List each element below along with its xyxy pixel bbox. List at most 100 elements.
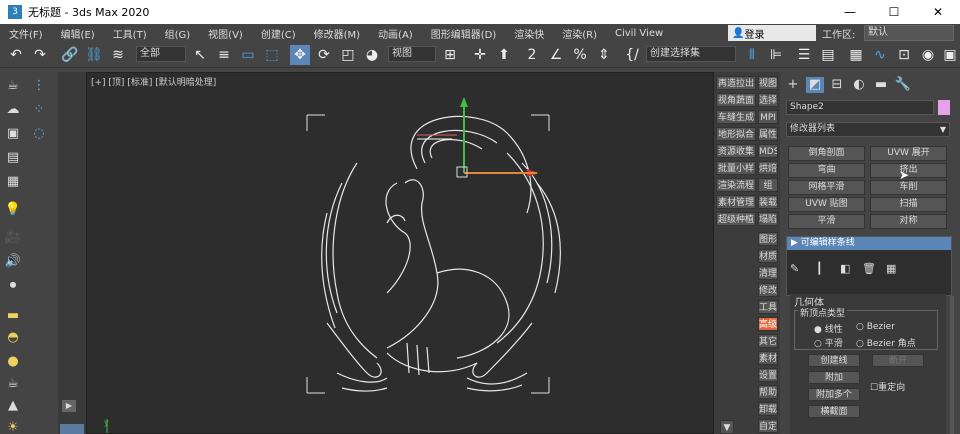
named-selection-select[interactable]: 创建选择集 bbox=[646, 46, 736, 62]
play-icon[interactable]: ▶ bbox=[62, 400, 76, 412]
plugin-button[interactable]: 再造拉出 bbox=[716, 76, 756, 90]
window-crossing-icon[interactable]: ⬚ bbox=[262, 45, 282, 65]
category-button[interactable]: 图形 bbox=[758, 232, 778, 246]
category-button[interactable]: 工具 bbox=[758, 300, 778, 314]
category-button[interactable]: 修改 bbox=[758, 283, 778, 297]
schematic-view-icon[interactable]: ⊡ bbox=[894, 45, 914, 65]
select-scale-icon[interactable]: ◰ bbox=[338, 45, 358, 65]
rect-selection-icon[interactable]: ▭ bbox=[238, 45, 258, 65]
render-setup-icon[interactable]: ▣ bbox=[940, 45, 960, 65]
camera-icon[interactable]: 🎥 bbox=[2, 228, 24, 248]
radio-linear[interactable]: ● 线性 bbox=[814, 322, 843, 335]
category-button[interactable]: 装载 bbox=[758, 195, 778, 209]
modifier-button-bevel-profile[interactable]: 倒角剖面 bbox=[788, 146, 865, 161]
category-button[interactable]: 选择 bbox=[758, 93, 778, 107]
sun-icon[interactable]: ☀ bbox=[2, 418, 24, 434]
cross-section-button[interactable]: 横截面 bbox=[808, 405, 860, 418]
workspace-select[interactable]: 默认 bbox=[864, 25, 954, 41]
create-line-button[interactable]: 创建线 bbox=[808, 354, 860, 367]
keyboard-shortcut-icon[interactable]: ⬆ bbox=[494, 45, 514, 65]
modifier-button-meshsmooth[interactable]: 网格平滑 bbox=[788, 180, 865, 195]
layer-explorer-icon[interactable]: ▤ bbox=[818, 45, 838, 65]
stack-item-editable-spline[interactable]: ▶ 可编辑样条线 bbox=[787, 237, 951, 250]
create-tab-icon[interactable]: + bbox=[784, 77, 802, 93]
graphite-icon[interactable]: ▦ bbox=[846, 45, 866, 65]
attach-multiple-button[interactable]: 附加多个 bbox=[808, 388, 860, 401]
select-by-name-icon[interactable]: ≡ bbox=[214, 45, 234, 65]
plugin-button[interactable]: 批量小样 bbox=[716, 161, 756, 175]
edit-named-sel-icon[interactable]: {/ bbox=[622, 45, 642, 65]
pin-stack-icon[interactable]: ✎ bbox=[790, 262, 799, 275]
plugin-button[interactable]: 视角蔬面 bbox=[716, 93, 756, 107]
unlink-icon[interactable]: ⛓ bbox=[84, 45, 104, 65]
link-icon[interactable]: 🔗 bbox=[60, 45, 80, 65]
radio-bezier[interactable]: ○ Bezier bbox=[856, 322, 895, 332]
material-editor-icon[interactable]: ◉ bbox=[918, 45, 938, 65]
motion-tab-icon[interactable]: ◐ bbox=[850, 77, 868, 93]
category-button[interactable]: 属性 bbox=[758, 127, 778, 141]
placement-icon[interactable]: ◕ bbox=[362, 45, 382, 65]
modifier-button-lathe[interactable]: 车削 bbox=[870, 180, 947, 195]
dome-icon[interactable]: ◓ bbox=[2, 328, 24, 348]
object-name-input[interactable]: Shape2 bbox=[786, 100, 934, 115]
show-end-result-icon[interactable]: ┃ bbox=[816, 262, 823, 275]
modifier-button-symmetry[interactable]: 对称 bbox=[870, 214, 947, 229]
teapot-icon[interactable]: ☕ bbox=[2, 76, 24, 96]
sphere-icon[interactable]: ● bbox=[2, 352, 24, 372]
close-button[interactable]: ✕ bbox=[916, 0, 960, 24]
configure-sets-icon[interactable]: ▦ bbox=[886, 262, 896, 275]
radio-bezier-corner[interactable]: ○ Bezier 角点 bbox=[856, 336, 916, 349]
bind-spacewarp-icon[interactable]: ≋ bbox=[108, 45, 128, 65]
make-unique-icon[interactable]: ◧ bbox=[840, 262, 850, 275]
plugin-button[interactable]: 资源收集 bbox=[716, 144, 756, 158]
plugin-button[interactable]: 车缝生成 bbox=[716, 110, 756, 124]
category-button[interactable]: 帮助 bbox=[758, 385, 778, 399]
menu-views[interactable]: 视图(V) bbox=[199, 26, 252, 41]
menu-file[interactable]: 文件(F) bbox=[0, 26, 52, 41]
list-icon[interactable]: ▤ bbox=[2, 148, 24, 168]
snaps-toggle-icon[interactable]: 2 bbox=[522, 45, 542, 65]
menu-group[interactable]: 组(G) bbox=[156, 26, 200, 41]
mirror-icon[interactable]: ⫴ bbox=[742, 45, 762, 65]
maximize-button[interactable]: ☐ bbox=[872, 0, 916, 24]
menu-rendering[interactable]: 渲染(R) bbox=[553, 26, 606, 41]
hierarchy-tab-icon[interactable]: ⊟ bbox=[828, 77, 846, 93]
modifier-button-smooth[interactable]: 平滑 bbox=[788, 214, 865, 229]
category-button[interactable]: 塌陷 bbox=[758, 212, 778, 226]
menu-edit[interactable]: 编辑(E) bbox=[52, 26, 104, 41]
display-tab-icon[interactable]: ▬ bbox=[872, 77, 890, 93]
menu-graph-editors[interactable]: 图形编辑器(D) bbox=[422, 26, 506, 41]
category-button[interactable]: MPI bbox=[758, 110, 778, 124]
align-icon[interactable]: ⊫ bbox=[766, 45, 786, 65]
scene-explorer-icon[interactable]: ☰ bbox=[794, 45, 814, 65]
reorient-checkbox[interactable]: ☐重定向 bbox=[870, 380, 905, 393]
category-button[interactable]: 素材 bbox=[758, 351, 778, 365]
menu-modifiers[interactable]: 修改器(M) bbox=[305, 26, 369, 41]
category-button[interactable]: 视图 bbox=[758, 76, 778, 90]
menu-animation[interactable]: 动画(A) bbox=[369, 26, 422, 41]
menu-render-quick[interactable]: 渲染快 bbox=[505, 26, 553, 41]
viewport-tab[interactable] bbox=[60, 424, 84, 434]
selection-filter-select[interactable]: 全部 bbox=[136, 46, 186, 62]
modifier-button-bend[interactable]: 弯曲 bbox=[788, 163, 865, 178]
command-panel-scrollbar[interactable] bbox=[950, 296, 954, 434]
menu-civil-view[interactable]: Civil View bbox=[606, 28, 672, 39]
ref-coord-select[interactable]: 视图 bbox=[388, 46, 436, 62]
category-button[interactable]: 组 bbox=[758, 178, 778, 192]
plugin-button[interactable]: 素材管理 bbox=[716, 195, 756, 209]
dots-icon[interactable]: ⁘ bbox=[28, 100, 50, 120]
login-button[interactable]: 👤 登录 bbox=[728, 25, 816, 41]
object-color-swatch[interactable] bbox=[938, 100, 950, 115]
sound-icon[interactable]: 🔊 bbox=[2, 252, 24, 272]
category-button[interactable]: MDS bbox=[758, 144, 778, 158]
category-button[interactable]: 设置 bbox=[758, 368, 778, 382]
plugin-button[interactable]: 渲染流程 bbox=[716, 178, 756, 192]
menu-create[interactable]: 创建(C) bbox=[252, 26, 305, 41]
select-object-icon[interactable]: ↖ bbox=[190, 45, 210, 65]
category-button[interactable]: 烘焙 bbox=[758, 161, 778, 175]
plugin-button[interactable]: 地形拟合 bbox=[716, 127, 756, 141]
curve-editor-icon[interactable]: ∿ bbox=[870, 45, 890, 65]
pivot-center-icon[interactable]: ⊞ bbox=[440, 45, 460, 65]
category-button[interactable]: 自定 bbox=[758, 419, 778, 433]
table-icon[interactable]: ▦ bbox=[2, 172, 24, 192]
